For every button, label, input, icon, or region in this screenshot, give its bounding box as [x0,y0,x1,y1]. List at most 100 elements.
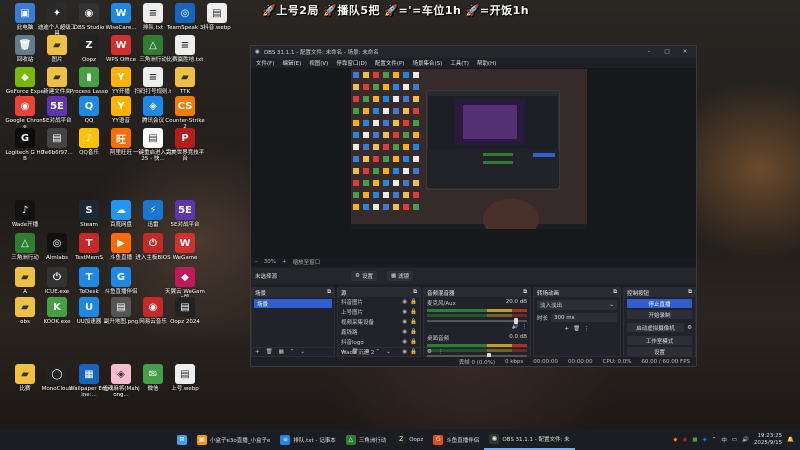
tray-app-icon[interactable]: ■ [692,437,697,443]
source-item[interactable]: 视频采集设备 ◉ 🔒 [338,317,420,327]
dock-options-icon[interactable]: ⧉ [613,289,617,296]
move-up-icon[interactable]: ⌃ [290,349,295,355]
zoom-out-icon[interactable]: – [255,259,258,265]
desktop-icon[interactable]: ≡ 比赛赢胜地.txt [165,35,205,63]
duration-input[interactable]: 300 ms [551,313,617,322]
source-item[interactable]: 上号图片 ◉ 🔒 [338,307,420,317]
volume-icon[interactable]: 🔊 [742,437,749,443]
desktop-icon[interactable]: G 斗鱼直播伴侣 [101,267,141,295]
menu-item[interactable]: 停靠窗口(D) [336,59,367,67]
taskbar-item[interactable]: ◉ OBS 31.1.1 - 配置文件: 未 [484,429,575,450]
gear-icon[interactable]: ⚙ [365,349,370,355]
more-icon[interactable]: ⋮ [522,324,528,330]
gear-icon[interactable]: ⚙ [427,349,432,355]
taskbar-item[interactable]: ▣ 小盒子e3o直播_小盒子e [192,429,275,450]
network-icon[interactable]: ▭ [732,437,737,443]
tray-app-icon[interactable]: ◈ [703,437,707,443]
start-recording-button[interactable]: 开始录制 [627,310,692,319]
app-icon: ▤ [111,297,131,317]
tray-app-icon[interactable]: ◆ [673,437,677,443]
menu-item[interactable]: 场景集合(S) [412,59,442,67]
dock-options-icon[interactable]: ⧉ [413,289,417,296]
menu-item[interactable]: 配置文件(P) [375,59,405,67]
maximize-icon[interactable]: □ [660,49,674,55]
desktop-icon-label: 抖音.webp [203,25,231,31]
zoom-level[interactable]: 30% [264,259,276,265]
add-icon[interactable]: + [564,326,569,332]
more-icon[interactable]: ⋮ [438,349,444,355]
scene-item[interactable]: 场景 [254,299,332,308]
lock-icon[interactable]: 🔒 [410,329,417,335]
menu-item[interactable]: 帮助(H) [477,59,496,67]
slider-knob[interactable] [514,318,518,324]
minimize-icon[interactable]: – [642,49,656,55]
desktop-icon[interactable]: ▤ 抖音.webp [197,3,237,31]
dock-options-icon[interactable]: ⧉ [688,289,692,296]
gear-icon[interactable]: ⚙ [687,325,692,331]
obs-preview[interactable] [251,68,696,258]
chevron-up-icon[interactable]: ⌃ [712,437,717,443]
visibility-icon[interactable]: ◉ [402,339,407,345]
taskbar-item[interactable]: G 斗鱼直播伴侣 [428,429,484,450]
desktop-icon[interactable]: ♪ Wade开播 [5,200,45,228]
desktop-icon[interactable]: W WeGame [165,233,205,261]
add-icon[interactable]: + [255,349,260,355]
visibility-icon[interactable]: ◉ [402,329,407,335]
desktop-icon[interactable]: ▤ Oopz 2024 [165,297,205,325]
ime-indicator[interactable]: 中 [721,436,727,444]
dock-options-icon[interactable]: ⧉ [327,289,331,296]
source-item[interactable]: 抖音logo ◉🔒 [338,337,420,347]
taskbar-item[interactable]: △ 三角洲行动 [341,429,392,450]
obs-titlebar[interactable]: ◉ OBS 31.1.1 - 配置文件: 未命名 - 场景: 未命名 – □ ✕ [251,46,696,58]
fps: 60.00 / 60.00 FPS [641,358,690,365]
visibility-icon[interactable]: ◉ [402,299,407,305]
menu-item[interactable]: 编辑(E) [282,59,301,67]
menu-item[interactable]: 工具(T) [450,59,469,67]
source-item[interactable]: 鑫钱路 ◉ 🔒 [338,327,420,337]
desktop-icon[interactable]: CSCounter-Strike 2 [165,96,205,131]
properties-button[interactable]: ⚙ 设置 [351,271,377,281]
lock-icon[interactable]: 🔒 [410,299,417,305]
app-icon: ▰ [175,67,195,87]
taskbar-item[interactable]: ⊞ [172,429,192,450]
zoom-in-icon[interactable]: + [282,259,287,265]
app-icon: 旺 [111,128,131,148]
close-icon[interactable]: ✕ [678,49,692,55]
volume-icon[interactable]: 🔊 [512,324,519,330]
tray-app-icon[interactable]: ◉ [683,437,688,443]
dock-options-icon[interactable]: ⧉ [523,289,527,296]
visibility-icon[interactable]: ◉ [402,319,407,325]
menu-item[interactable]: 文件(F) [256,59,274,67]
move-up-icon[interactable]: ⌃ [376,349,381,355]
stop-stream-button[interactable]: 停止直播 [627,299,692,308]
menu-item[interactable]: 视图(V) [309,59,328,67]
clock[interactable]: 19:23:25 2025/9/15 [754,433,782,446]
desktop-icon[interactable]: ▰ TTK [165,67,205,95]
filters-button[interactable]: ▦ 滤镜 [386,271,414,281]
settings-button[interactable]: 设置 [627,347,692,356]
visibility-icon[interactable]: ◉ [402,309,407,315]
add-icon[interactable]: + [341,349,346,355]
lock-icon[interactable]: 🔒 [410,309,417,315]
more-icon[interactable]: ⋮ [584,326,590,332]
delete-icon[interactable]: 🗑 [573,326,580,332]
filter-icon[interactable]: ▦ [279,349,284,355]
desktop-icon[interactable]: 5E 5E对战平台 [165,200,205,228]
zoom-mode[interactable]: 缩放至窗口 [293,258,321,266]
source-item[interactable]: 抖音图片 ◉ 🔒 [338,297,420,307]
taskbar-item[interactable]: Z Oopz [391,429,428,450]
delete-icon[interactable]: 🗑 [352,349,359,355]
desktop-icon[interactable]: ▤ 上号.webp [165,364,205,392]
notification-icon[interactable]: 🔔 [787,437,794,443]
transition-select[interactable]: 淡入淡出 ⌄ [537,300,617,310]
move-down-icon[interactable]: ⌄ [300,349,305,355]
start-virtual-camera-button[interactable]: 启动虚拟摄像机 [627,323,685,332]
lock-icon[interactable]: 🔒 [410,339,417,345]
studio-mode-button[interactable]: 工作室模式 [627,336,692,345]
desktop-icon[interactable]: P 完美世界竞技平台 [165,128,205,163]
move-down-icon[interactable]: ⌄ [386,349,391,355]
taskbar-item[interactable]: ≡ 排队.txt - 记事本 [275,429,340,450]
volume-slider[interactable] [427,318,527,324]
lock-icon[interactable]: 🔒 [410,319,417,325]
delete-icon[interactable]: 🗑 [266,349,273,355]
